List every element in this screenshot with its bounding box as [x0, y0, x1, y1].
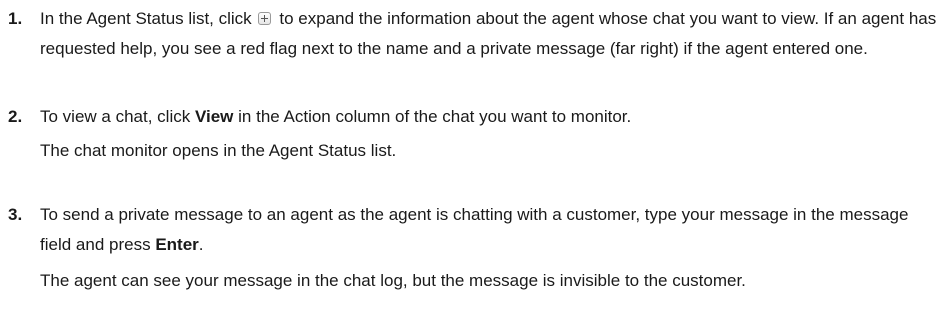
instructions-document: 1. In the Agent Status list, click to ex… [0, 0, 952, 325]
expand-plus-icon [257, 12, 271, 25]
step-text: in the Action column of the chat you wan… [238, 107, 632, 126]
step-result: The agent can see your message in the ch… [40, 271, 746, 290]
step-number: 1. [8, 9, 23, 28]
step-body: To send a private message to an agent as… [40, 200, 940, 296]
step-instruction: To view a chat, click View in the Action… [40, 102, 940, 132]
step-number: 3. [8, 205, 23, 224]
step-instruction: In the Agent Status list, click to expan… [40, 4, 940, 64]
step-instruction: To send a private message to an agent as… [40, 200, 940, 260]
step-result: The chat monitor opens in the Agent Stat… [40, 141, 397, 160]
step-body: In the Agent Status list, click to expan… [40, 4, 940, 64]
step-text: In the Agent Status list, click [40, 9, 252, 28]
step-number: 2. [8, 107, 23, 126]
step-text: To view a chat, click [40, 107, 191, 126]
ui-term-enter: Enter [155, 235, 199, 254]
step-body: To view a chat, click View in the Action… [40, 102, 940, 166]
ui-term-view: View [194, 107, 234, 126]
step-text: . [198, 235, 204, 254]
